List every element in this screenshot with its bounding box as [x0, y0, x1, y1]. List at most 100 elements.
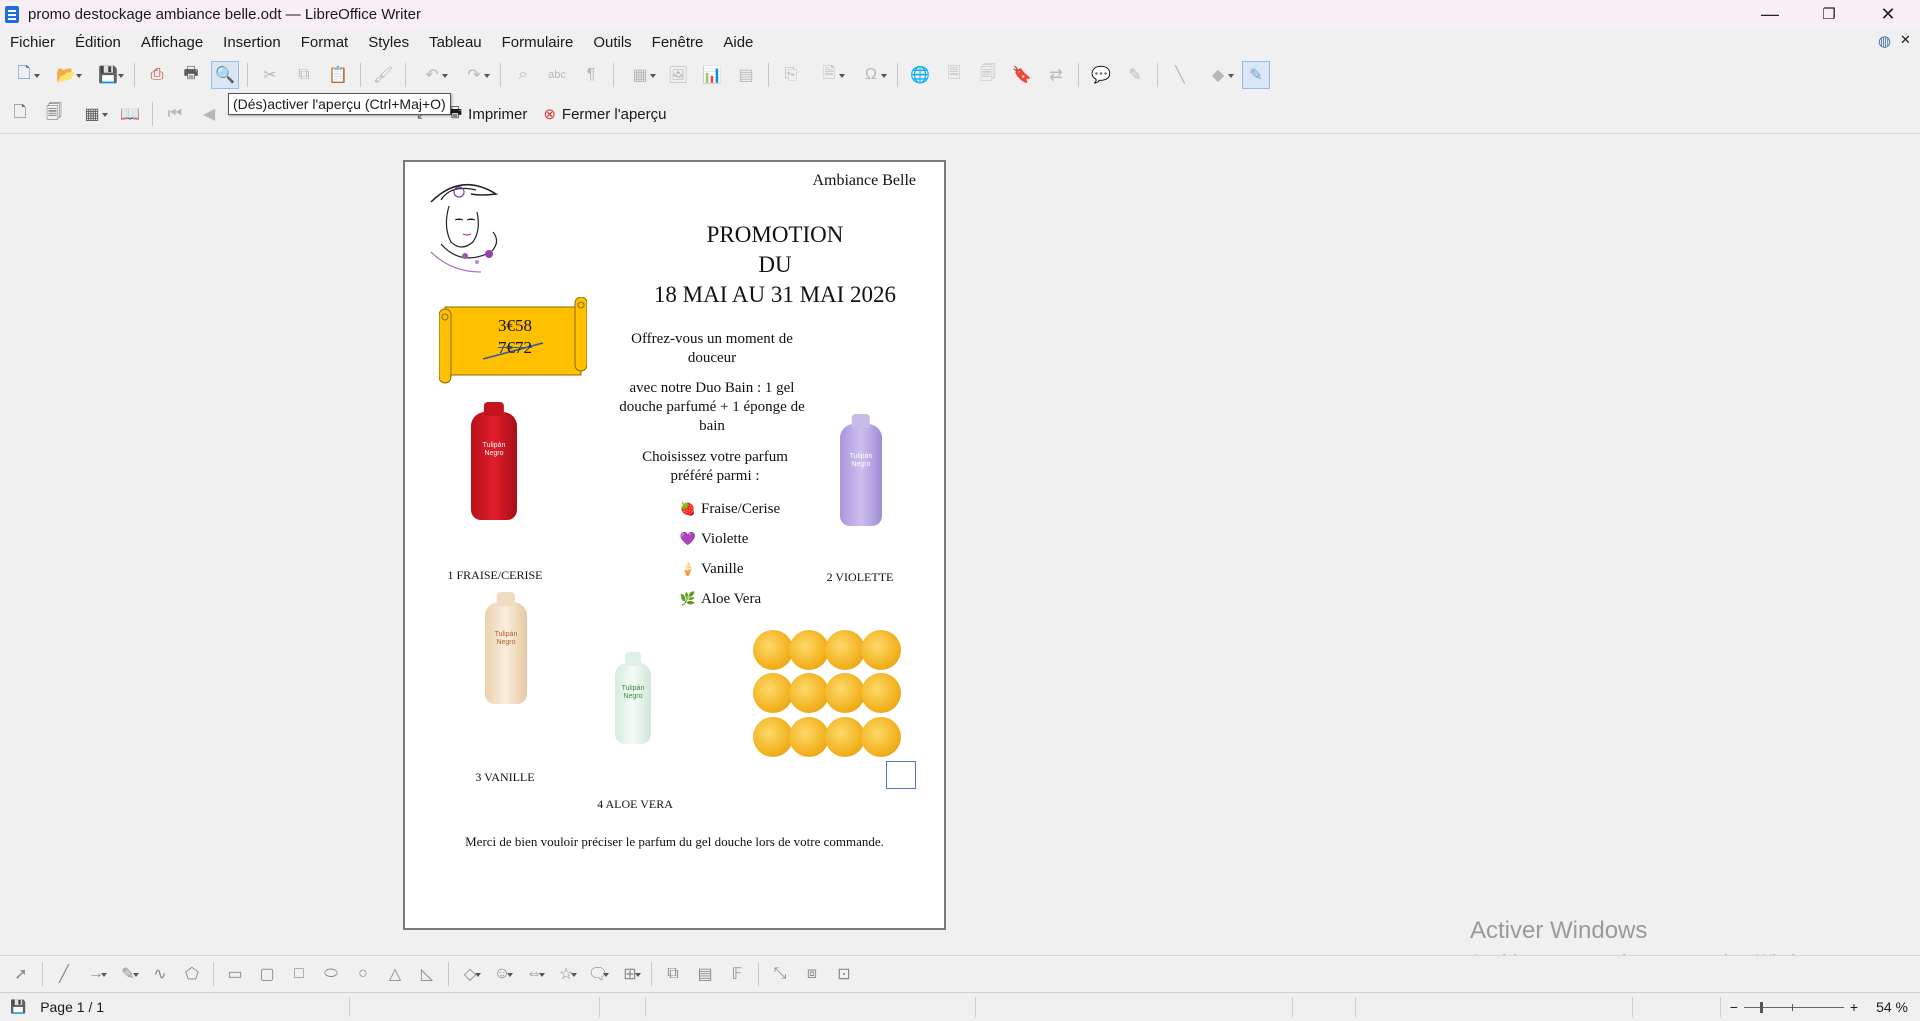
document-workspace[interactable]	[0, 133, 1920, 956]
ice-cream-icon: 🍦	[679, 561, 697, 576]
two-pages-icon[interactable]: 🗐	[40, 100, 68, 128]
menu-styles[interactable]: Styles	[358, 34, 419, 51]
special-character-icon[interactable]: Ω	[853, 61, 889, 89]
stars-icon[interactable]: ☆	[553, 960, 579, 988]
menu-edition[interactable]: Édition	[65, 34, 131, 51]
square-tool-icon[interactable]: □	[286, 960, 312, 988]
rectangle-tool-icon[interactable]: ▭	[222, 960, 248, 988]
order-note: Merci de bien vouloir préciser le parfum…	[465, 834, 884, 849]
insert-image-icon[interactable]: 🖼	[664, 61, 692, 89]
redo-icon[interactable]: ↷	[456, 61, 492, 89]
curve-tool-icon[interactable]: ∿	[147, 960, 173, 988]
menu-format[interactable]: Format	[291, 34, 359, 51]
page-break-icon[interactable]: ⎘	[777, 61, 805, 89]
frame-icon[interactable]: ⧉	[660, 960, 686, 988]
text-box-icon[interactable]: ▤	[692, 960, 718, 988]
endnote-icon[interactable]: 🗐	[974, 61, 1002, 89]
formatting-marks-icon[interactable]: ¶	[577, 61, 605, 89]
comment-icon[interactable]: 💬	[1087, 61, 1115, 89]
symbol-shapes-icon[interactable]: ☺	[489, 960, 515, 988]
basic-shapes-icon[interactable]: ◇	[457, 960, 483, 988]
copy-icon[interactable]: ⧉	[290, 61, 318, 89]
polygon-tool-icon[interactable]: ⬠	[179, 960, 205, 988]
promotion-dates: 18 MAI AU 31 MAI 2026	[653, 282, 897, 307]
old-price: 7€72	[498, 338, 532, 357]
toolbar-separator	[448, 962, 449, 986]
zoom-slider-handle[interactable]	[1759, 1001, 1763, 1013]
draw-functions-icon[interactable]: ✎	[1242, 61, 1270, 89]
insert-line-icon[interactable]: ╲	[1166, 61, 1194, 89]
menu-tableau[interactable]: Tableau	[419, 34, 492, 51]
bookmark-icon[interactable]: 🔖	[1008, 61, 1036, 89]
menu-fenetre[interactable]: Fenêtre	[642, 34, 714, 51]
track-changes-icon[interactable]: ✎	[1121, 61, 1149, 89]
restore-button[interactable]: ❐	[1806, 0, 1852, 28]
rounded-rectangle-icon[interactable]: ▢	[254, 960, 280, 988]
menu-aide[interactable]: Aide	[713, 34, 763, 51]
menu-outils[interactable]: Outils	[583, 34, 641, 51]
menu-insertion[interactable]: Insertion	[213, 34, 291, 51]
points-edit-icon[interactable]: ⤡	[767, 960, 793, 988]
insert-textbox-icon[interactable]: ▤	[732, 61, 760, 89]
single-page-icon[interactable]: 🗋	[6, 100, 34, 128]
block-arrows-icon[interactable]: ⇔	[521, 960, 547, 988]
print-button[interactable]: 🖶 Imprimer	[440, 100, 535, 128]
book-preview-icon[interactable]: 📖	[116, 100, 144, 128]
open-folder-icon[interactable]: 📂	[48, 61, 84, 89]
toggle-print-preview-icon[interactable]: 🔍	[211, 61, 239, 89]
bottle-brand-label: Tulipán Negro	[482, 442, 506, 458]
position-size-icon[interactable]: ⊡	[831, 960, 857, 988]
line-tool-icon[interactable]: ╱	[51, 960, 77, 988]
zoom-out-icon[interactable]: −	[1730, 999, 1738, 1015]
find-replace-icon[interactable]: ⌕	[509, 61, 537, 89]
bottle-cap	[483, 402, 505, 416]
minimize-button[interactable]: —	[1747, 0, 1793, 28]
insert-table-icon[interactable]: ▦	[622, 61, 658, 89]
spelling-icon[interactable]: abc	[543, 61, 571, 89]
first-page-icon[interactable]: ⏮	[161, 100, 189, 128]
zoom-in-icon[interactable]: +	[1850, 999, 1858, 1015]
print-icon[interactable]: 🖶	[177, 61, 205, 89]
close-preview-button[interactable]: ⊗ Fermer l'aperçu	[535, 100, 674, 128]
close-button[interactable]: ✕	[1865, 0, 1911, 28]
flowchart-icon[interactable]: ⊞	[617, 960, 643, 988]
triangle-tool-icon[interactable]: △	[382, 960, 408, 988]
menu-fichier[interactable]: Fichier	[0, 34, 65, 51]
toggle-extrusion-icon[interactable]: ⧈	[799, 960, 825, 988]
right-triangle-icon[interactable]: ◺	[414, 960, 440, 988]
fontwork-icon[interactable]: 𝔽	[724, 960, 750, 988]
multiple-pages-icon[interactable]: ▦	[74, 100, 110, 128]
select-pointer-icon[interactable]: ➚	[8, 960, 34, 988]
language-globe-icon[interactable]: ◍	[1878, 32, 1891, 50]
zoom-level[interactable]: 54 %	[1876, 999, 1908, 1015]
menu-affichage[interactable]: Affichage	[131, 34, 213, 51]
ellipse-tool-icon[interactable]: ⬭	[318, 960, 344, 988]
undo-icon[interactable]: ↶	[414, 61, 450, 89]
insert-field-icon[interactable]: 🗎	[811, 61, 847, 89]
paste-icon[interactable]: 📋	[324, 61, 352, 89]
page-indicator[interactable]: Page 1 / 1	[40, 999, 104, 1015]
callouts-icon[interactable]: 🗨	[585, 960, 611, 988]
new-document-icon[interactable]: 🗋	[6, 61, 42, 89]
zoom-slider[interactable]	[1743, 1001, 1844, 1013]
export-pdf-icon[interactable]: ⎙	[143, 61, 171, 89]
close-document-icon[interactable]: ✕	[1900, 32, 1911, 48]
arrow-tool-icon[interactable]: →	[83, 960, 109, 988]
circle-tool-icon[interactable]: ○	[350, 960, 376, 988]
basic-shapes-icon[interactable]: ◆	[1200, 61, 1236, 89]
document-modified-icon[interactable]: 💾	[10, 999, 26, 1015]
cut-icon[interactable]: ✂	[256, 61, 284, 89]
selection-frame[interactable]	[886, 761, 916, 789]
scent-label: Violette	[701, 530, 749, 547]
clone-formatting-icon[interactable]: 🖌	[369, 61, 397, 89]
save-icon[interactable]: 💾	[90, 61, 126, 89]
menu-formulaire[interactable]: Formulaire	[492, 34, 584, 51]
print-button-label: Imprimer	[468, 105, 528, 123]
hyperlink-icon[interactable]: 🌐	[906, 61, 934, 89]
insert-chart-icon[interactable]: 📊	[698, 61, 726, 89]
cross-reference-icon[interactable]: ⇄	[1042, 61, 1070, 89]
document-page[interactable]: Ambiance Belle PROMOTION DU 18 MAI AU 31…	[403, 160, 946, 930]
previous-page-icon[interactable]: ◀	[195, 100, 223, 128]
footnote-icon[interactable]: 🗏	[940, 61, 968, 89]
freeform-tool-icon[interactable]: ✎	[115, 960, 141, 988]
